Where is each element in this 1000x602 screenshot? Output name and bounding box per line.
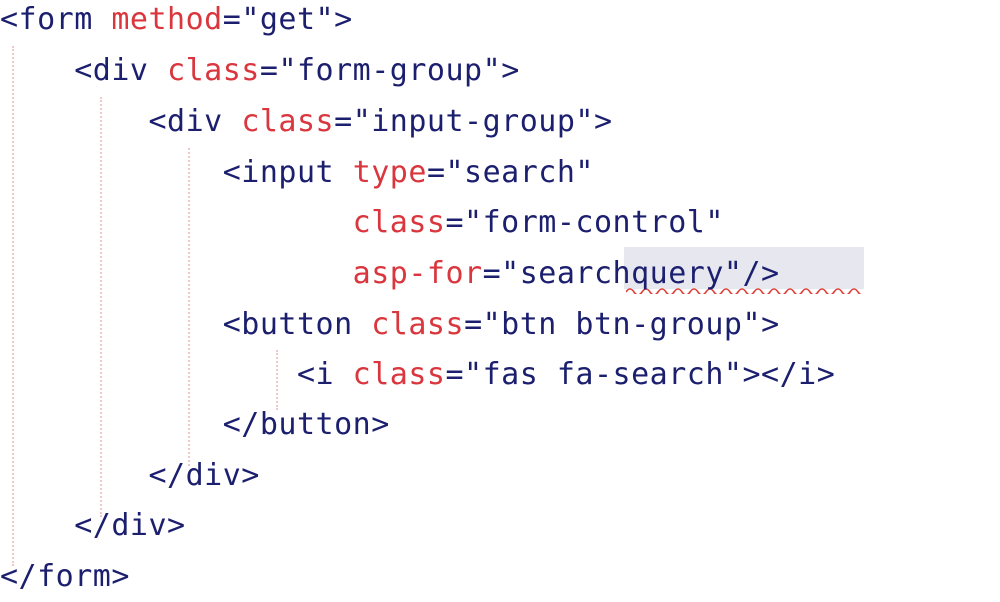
quote-token: ": [501, 256, 520, 291]
value-token: "form-group": [278, 53, 502, 88]
quote-token: ": [723, 256, 743, 291]
attribute-token: class: [352, 357, 446, 392]
tag-token: <div: [74, 53, 149, 88]
value-token: searchquery: [519, 256, 724, 291]
equals-token: =: [334, 104, 353, 139]
code-line: <input type="search": [0, 148, 594, 198]
attribute-token: type: [352, 155, 427, 190]
code-line: <form method="get">: [0, 0, 353, 45]
tag-token: </div>: [74, 508, 186, 543]
code-line: <button class="btn btn-group">: [0, 300, 780, 350]
tag-token: </div>: [148, 458, 260, 493]
code-line: </div>: [0, 451, 260, 501]
attribute-token: class: [352, 205, 446, 240]
equals-token: =: [445, 205, 465, 240]
value-token: "form-control": [464, 205, 724, 240]
tag-token: </form>: [0, 559, 130, 594]
tag-token: <button: [222, 307, 353, 342]
attribute-token: class: [241, 104, 335, 139]
value-token: "btn btn-group": [482, 307, 762, 342]
tag-close-token: >: [501, 53, 520, 88]
tag-token: <i: [296, 357, 335, 392]
attribute-token: class: [167, 53, 260, 88]
attribute-token: class: [371, 307, 465, 342]
code-line: </button>: [0, 400, 390, 450]
code-line: </div>: [0, 501, 186, 551]
tag-token: <div: [148, 104, 223, 139]
code-line: asp-for="searchquery"/>: [0, 249, 780, 299]
attribute-token: asp-for: [352, 256, 483, 291]
attribute-token: method: [111, 2, 223, 37]
equals-token: =: [464, 307, 483, 342]
tag-close-token: ></i>: [742, 357, 836, 392]
equals-token: =: [445, 357, 465, 392]
code-line: <i class="fas fa-search"></i>: [0, 350, 835, 400]
code-line: <div class="form-group">: [0, 46, 520, 96]
value-token: "get": [241, 2, 335, 37]
equals-token: =: [426, 155, 446, 190]
tag-token: <form: [0, 2, 93, 37]
tag-close-token: >: [334, 2, 353, 37]
code-editor[interactable]: <form method="get"> <div class="form-gro…: [0, 0, 1000, 594]
tag-token: <input: [222, 155, 335, 190]
equals-token: =: [482, 256, 502, 291]
tag-token: </button>: [222, 407, 390, 442]
code-line: class="form-control": [0, 198, 724, 248]
code-line: <div class="input-group">: [0, 97, 613, 147]
tag-close-token: >: [594, 104, 613, 139]
equals-token: =: [259, 53, 279, 88]
equals-token: =: [222, 2, 242, 37]
value-token: "search": [445, 155, 594, 190]
code-line: </form>: [0, 552, 130, 602]
value-token: "input-group": [352, 104, 594, 139]
tag-close-token: >: [761, 307, 780, 342]
value-token: "fas fa-search": [464, 357, 743, 392]
tag-close-token: />: [742, 256, 780, 291]
